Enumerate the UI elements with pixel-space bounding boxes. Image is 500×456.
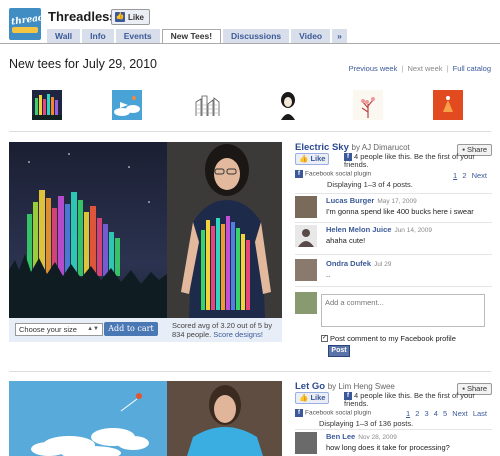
- comment-pager: 1 2 3 4 5 Next Last: [403, 409, 487, 418]
- avatar[interactable]: [295, 196, 317, 218]
- tab-new-tees[interactable]: New Tees!: [161, 29, 222, 44]
- tee-title[interactable]: Electric Sky: [295, 142, 349, 153]
- previous-week-link[interactable]: Previous week: [349, 64, 398, 73]
- buy-bar: Choose your size ▲▼ Add to cart Scored a…: [9, 318, 282, 342]
- facebook-icon: f: [295, 170, 303, 178]
- comment-text: ..: [326, 270, 331, 279]
- like-count: f4 people like this. Be the first of you…: [344, 152, 475, 170]
- tab-discussions[interactable]: Discussions: [223, 29, 290, 44]
- page-1-link[interactable]: 1: [406, 409, 410, 418]
- comment-input[interactable]: Add a comment...: [321, 294, 485, 327]
- avatar[interactable]: [295, 259, 317, 281]
- page-2-link[interactable]: 2: [462, 171, 466, 180]
- like-label: Like: [128, 12, 145, 22]
- page-title: New tees for July 29, 2010: [9, 57, 157, 71]
- page-1-link[interactable]: 1: [453, 171, 457, 180]
- threadless-logo[interactable]: threadless: [9, 8, 41, 40]
- social-plugin-label: f Facebook social plugin: [295, 409, 371, 417]
- let-go-panel: Let Go by Lim Heng Swee ▪ Share 👍 Like f…: [295, 381, 492, 456]
- next-week-link[interactable]: Next week: [407, 64, 442, 73]
- tab-more[interactable]: »: [332, 29, 347, 44]
- commenter-name[interactable]: Lucas Burger: [326, 196, 374, 205]
- post-to-facebook-option[interactable]: ✓ Post comment to my Facebook profile: [321, 334, 456, 343]
- add-to-cart-button[interactable]: Add to cart: [104, 322, 158, 336]
- full-catalog-link[interactable]: Full catalog: [453, 64, 491, 73]
- let-go-model-photo[interactable]: [167, 381, 282, 456]
- electric-sky-panel: Electric Sky by AJ Dimarucot ▪ Share 👍 L…: [295, 142, 492, 367]
- thumbnail-fox[interactable]: [433, 90, 463, 120]
- thumbnail-portrait[interactable]: [273, 90, 303, 120]
- commenter-name[interactable]: Ondra Dufek: [326, 259, 371, 268]
- comment-item: Ben Lee Nov 28, 2009 how long does it tak…: [295, 432, 492, 456]
- post-count: Displaying 1–3 of 136 posts.: [319, 419, 414, 428]
- comment-text: ahaha cute!: [326, 236, 366, 245]
- size-select[interactable]: Choose your size ▲▼: [15, 323, 103, 336]
- tab-info[interactable]: Info: [82, 29, 114, 44]
- score-summary: Scored avg of 3.20 out of 5 by 834 peopl…: [172, 321, 273, 339]
- next-page-link[interactable]: Next: [472, 171, 487, 180]
- tab-wall[interactable]: Wall: [47, 29, 81, 44]
- thumbnail-tree[interactable]: [353, 90, 383, 120]
- thumbs-up-icon: 👍: [115, 12, 125, 22]
- tee-author[interactable]: by Lim Heng Swee: [328, 382, 395, 391]
- thumbnail-city-sketch[interactable]: [193, 90, 223, 120]
- thumbs-up-icon: 👍: [299, 393, 309, 402]
- electric-sky-design[interactable]: [9, 142, 167, 318]
- dropdown-caret-icon: ▲▼: [87, 326, 99, 332]
- next-page-link[interactable]: Next: [452, 409, 467, 418]
- tee-title[interactable]: Let Go: [295, 381, 325, 392]
- thumbs-up-icon: 👍: [299, 154, 309, 163]
- social-plugin-label: f Facebook social plugin: [295, 170, 371, 178]
- post-count: Displaying 1–3 of 4 posts.: [327, 180, 413, 189]
- avatar[interactable]: [295, 225, 317, 247]
- commenter-name[interactable]: Helen Melon Juice: [326, 225, 391, 234]
- page-5-link[interactable]: 5: [443, 409, 447, 418]
- let-go-design[interactable]: [9, 381, 167, 456]
- facebook-icon: f: [295, 409, 303, 417]
- last-page-link[interactable]: Last: [473, 409, 487, 418]
- comment-item: Helen Melon Juice Jun 14, 2009 ahaha cute…: [295, 225, 492, 251]
- comment-item: Ondra Dufek Jul 29 ..: [295, 259, 492, 285]
- tab-events[interactable]: Events: [115, 29, 160, 44]
- comment-text: how long does it take for processing?: [326, 443, 450, 452]
- thumbnail-let-go[interactable]: [112, 90, 142, 120]
- score-designs-link[interactable]: Score designs!: [213, 330, 263, 339]
- comment-pager: 1 2 Next: [450, 171, 487, 180]
- electric-sky-model-photo[interactable]: [167, 142, 282, 318]
- tab-video[interactable]: Video: [291, 29, 331, 44]
- page-4-link[interactable]: 4: [434, 409, 438, 418]
- fb-like-button[interactable]: 👍 Like: [295, 392, 330, 404]
- comment-text: I'm gonna spend like 400 bucks here i sw…: [326, 207, 474, 216]
- page-like-button[interactable]: 👍 Like: [111, 9, 151, 25]
- page-name[interactable]: Threadless: [48, 9, 117, 24]
- post-comment-button[interactable]: Post: [328, 345, 350, 357]
- thumbnail-electric-sky[interactable]: [32, 90, 62, 120]
- like-count: f4 people like this. Be the first of you…: [344, 391, 475, 409]
- tab-bar: Wall Info Events New Tees! Discussions V…: [47, 29, 347, 44]
- page-2-link[interactable]: 2: [415, 409, 419, 418]
- commenter-name[interactable]: Ben Lee: [326, 432, 355, 441]
- avatar[interactable]: [295, 432, 317, 454]
- my-avatar: [295, 292, 317, 314]
- tee-author[interactable]: by AJ Dimarucot: [352, 143, 410, 152]
- logo-text: threadless: [10, 10, 41, 28]
- fb-like-button[interactable]: 👍 Like: [295, 153, 330, 165]
- checkbox-checked-icon[interactable]: ✓: [321, 335, 328, 342]
- tee-thumbnails: [32, 90, 492, 122]
- page-header: threadless Threadless 👍 Like Wall Info E…: [0, 0, 500, 44]
- week-nav: Previous week | Next week | Full catalog: [348, 64, 491, 73]
- page-3-link[interactable]: 3: [425, 409, 429, 418]
- comment-item: Lucas Burger May 17, 2009 I'm gonna spend…: [295, 196, 492, 222]
